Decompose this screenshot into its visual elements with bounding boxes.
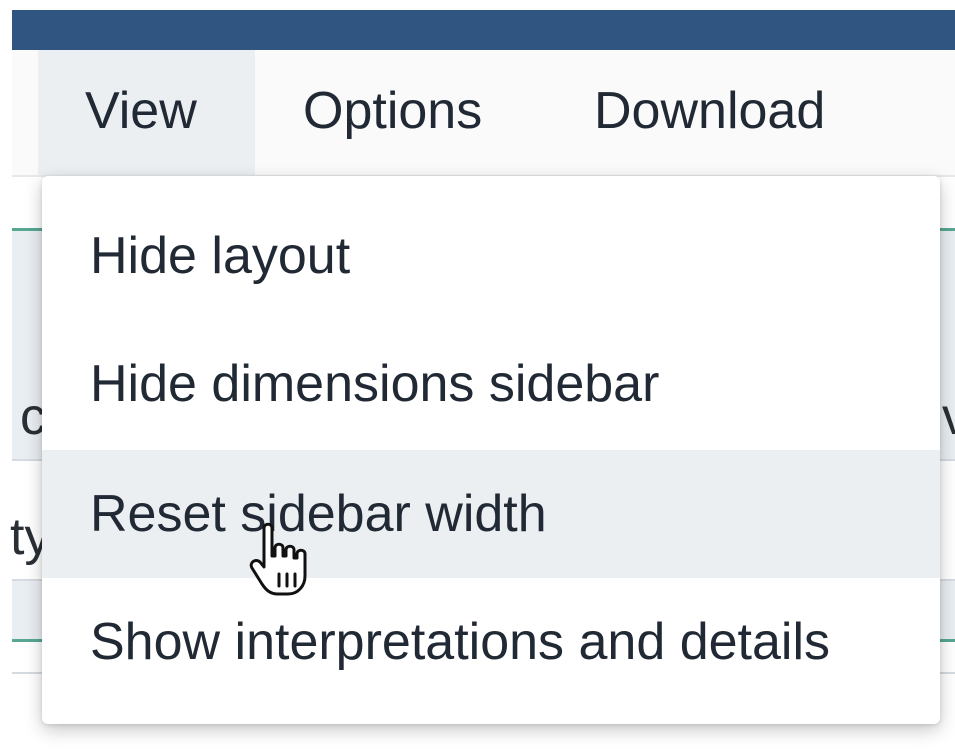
menu-options[interactable]: Options [303,50,482,176]
table-cell-fragment: v [942,388,955,446]
hand-pointer-icon [249,522,307,596]
menu-item-show-interpretations[interactable]: Show interpretations and details [42,578,940,706]
app-header-bar [12,10,955,50]
menubar: View Options Download [12,50,955,176]
menu-item-reset-sidebar-width[interactable]: Reset sidebar width [42,450,940,578]
menu-item-hide-dimensions-sidebar[interactable]: Hide dimensions sidebar [42,320,940,448]
menu-view[interactable]: View [38,50,255,176]
view-menu-dropdown: Hide layout Hide dimensions sidebar Rese… [42,176,940,724]
app-window: View Options Download c ty v Hide layout… [0,0,955,749]
menu-download[interactable]: Download [594,50,825,176]
menu-item-hide-layout[interactable]: Hide layout [42,192,940,320]
